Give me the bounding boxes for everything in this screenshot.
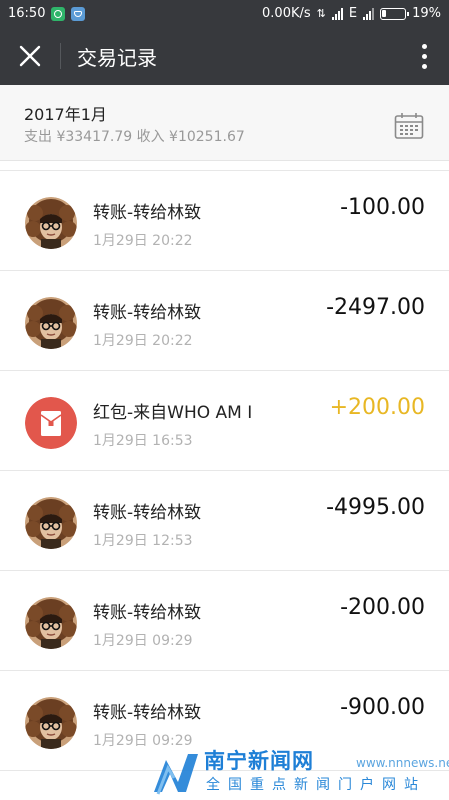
- transaction-row[interactable]: 红包-来自WHO AM I 1月29日 16:53 +200.00: [0, 371, 449, 471]
- avatar: [25, 297, 77, 349]
- transaction-title: 转账-转给林致: [93, 303, 202, 323]
- network-type: E: [348, 6, 358, 21]
- data-arrows-icon: ⇅: [316, 7, 326, 20]
- signal-icon-2: [363, 7, 375, 20]
- transaction-list: 转账-转给林致 1月29日 20:22 -100.00 转账-转给林致 1月29日 2…: [0, 170, 449, 771]
- transaction-row[interactable]: 转账-转给林致 1月29日 09:29 -900.00: [0, 671, 449, 771]
- transaction-title: 转账-转给林致: [93, 203, 202, 223]
- transaction-time: 1月29日 16:53: [93, 433, 193, 449]
- transaction-time: 1月29日 09:29: [93, 633, 193, 649]
- avatar: [25, 197, 77, 249]
- transaction-time: 1月29日 20:22: [93, 233, 193, 249]
- close-button[interactable]: [0, 27, 60, 85]
- app-bar: 交易记录: [0, 27, 449, 85]
- transaction-amount: +200.00: [329, 395, 425, 420]
- battery-icon: [380, 7, 410, 20]
- transaction-title: 转账-转给林致: [93, 603, 202, 623]
- transaction-amount: -200.00: [340, 595, 425, 620]
- transaction-amount: -900.00: [340, 695, 425, 720]
- calendar-icon[interactable]: [394, 112, 424, 140]
- status-bar: 16:50 0.00K/s ⇅ E 19%: [0, 0, 449, 27]
- red-packet-icon: [25, 397, 77, 449]
- close-icon: [19, 45, 41, 67]
- transaction-title: 转账-转给林致: [93, 703, 202, 723]
- transaction-time: 1月29日 20:22: [93, 333, 193, 349]
- avatar: [25, 497, 77, 549]
- avatar: [25, 697, 77, 749]
- transaction-row[interactable]: 转账-转给林致 1月29日 20:22 -2497.00: [0, 271, 449, 371]
- transaction-amount: -100.00: [340, 195, 425, 220]
- month-summary: 2017年1月 支出 ¥33417.79 收入 ¥10251.67: [0, 85, 449, 161]
- page-title: 交易记录: [77, 45, 157, 70]
- battery-percent: 19%: [412, 6, 441, 21]
- battery-fill: [382, 9, 387, 17]
- status-time: 16:50: [8, 6, 46, 21]
- avatar: [25, 597, 77, 649]
- transaction-amount: -4995.00: [326, 495, 425, 520]
- transaction-title: 红包-来自WHO AM I: [93, 403, 253, 423]
- month-label[interactable]: 2017年1月: [24, 101, 107, 125]
- app-notification-icon: [51, 6, 66, 21]
- transaction-time: 1月29日 12:53: [93, 533, 193, 549]
- transaction-records-screen: 16:50 0.00K/s ⇅ E 19% 交易记录 2017年1月 支出 ¥3…: [0, 0, 449, 800]
- transaction-row[interactable]: 转账-转给林致 1月29日 12:53 -4995.00: [0, 471, 449, 571]
- app-notification-icon-2: [71, 6, 86, 21]
- transaction-time: 1月29日 09:29: [93, 733, 193, 749]
- watermark-tagline: 全国重点新闻门户网站: [206, 777, 426, 793]
- more-options-button[interactable]: [399, 27, 449, 85]
- transaction-title: 转账-转给林致: [93, 503, 202, 523]
- network-speed: 0.00K/s: [262, 6, 311, 21]
- month-stats: 支出 ¥33417.79 收入 ¥10251.67: [24, 129, 245, 145]
- transaction-row[interactable]: 转账-转给林致 1月29日 09:29 -200.00: [0, 571, 449, 671]
- transaction-row[interactable]: 转账-转给林致 1月29日 20:22 -100.00: [0, 171, 449, 271]
- app-bar-divider: [60, 43, 61, 69]
- transaction-amount: -2497.00: [326, 295, 425, 320]
- more-vertical-icon: [421, 43, 427, 49]
- signal-icon: [331, 7, 343, 20]
